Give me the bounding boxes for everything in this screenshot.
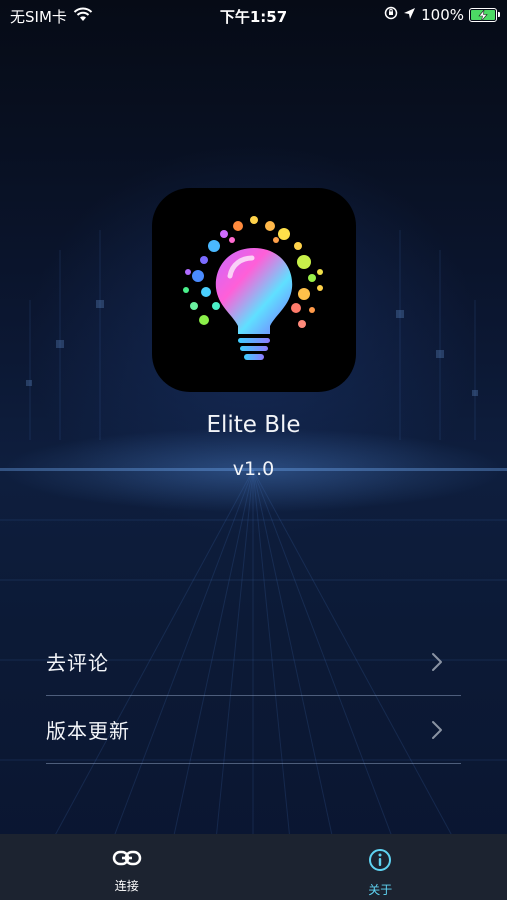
settings-menu: 去评论 版本更新 [46,628,461,764]
status-right: 100% [384,6,500,24]
charging-bolt-icon [478,9,488,21]
menu-item-version-update[interactable]: 版本更新 [46,696,461,764]
orientation-lock-icon [384,6,398,24]
tab-connect[interactable]: 连接 [0,834,254,900]
tab-about[interactable]: 关于 [254,834,507,900]
background [0,0,507,900]
chevron-right-icon [427,718,447,742]
tab-bar: 连接 关于 [0,834,507,900]
menu-item-label: 去评论 [46,651,109,675]
circuit-background [0,230,507,900]
tab-label: 连接 [114,879,139,893]
battery-icon [469,8,500,22]
info-icon [368,848,392,876]
app-version: v1.0 [232,458,275,480]
menu-item-label: 版本更新 [46,719,130,743]
lightbulb-icon [183,216,323,360]
battery-percent: 100% [421,6,464,24]
chevron-right-icon [427,650,447,674]
menu-item-review[interactable]: 去评论 [46,628,461,696]
link-icon [112,848,142,872]
location-icon [403,6,416,24]
app-logo [152,188,356,392]
tab-label: 关于 [368,883,393,897]
app-name: Elite Ble [206,412,301,438]
status-bar: 无SIM卡 下午1:57 100% [0,0,507,30]
